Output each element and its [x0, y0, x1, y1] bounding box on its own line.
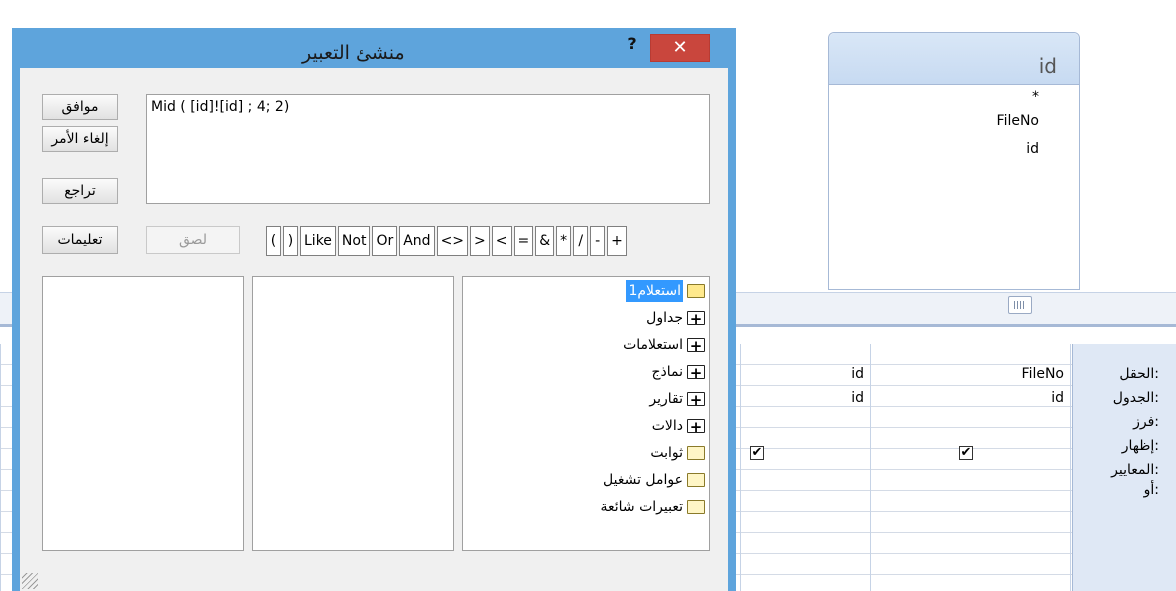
tree-item-label: عوامل تشغيل — [603, 471, 683, 488]
operator-like[interactable]: Like — [300, 226, 336, 256]
operator-divide[interactable]: / — [573, 226, 589, 256]
tree-item-constants[interactable]: ثوابت — [463, 439, 709, 466]
tree-item-functions[interactable]: دالات — [463, 412, 709, 439]
tree-item-label: استعلام1 — [626, 279, 683, 302]
dialog-body: موافق إلغاء الأمر تراجع تعليمات لصق Mid … — [20, 68, 728, 591]
operator-plus[interactable]: + — [607, 226, 627, 256]
grid-column-line — [870, 344, 871, 591]
operator-open-paren[interactable]: ( — [266, 226, 281, 256]
help-button[interactable]: تعليمات — [42, 226, 118, 254]
tree-item-label: ثوابت — [650, 444, 683, 461]
ok-button[interactable]: موافق — [42, 94, 118, 120]
tree-item-label: دالات — [651, 417, 683, 434]
expression-input[interactable]: Mid ( [id]![id] ; 4; 2) — [146, 94, 710, 204]
row-label-or: أو: — [1143, 482, 1159, 498]
dialog-title: منشئ التعبير — [302, 42, 405, 64]
grid-field-cell-2[interactable]: id — [748, 366, 864, 382]
tree-item-label: تعبيرات شائعة — [600, 498, 684, 515]
table-field-list[interactable]: id * FileNo id — [828, 32, 1080, 290]
categories-list[interactable] — [252, 276, 454, 551]
operator-or[interactable]: Or — [372, 226, 398, 256]
expression-builder-dialog: منشئ التعبير ? ✕ موافق إلغاء الأمر تراجع… — [12, 28, 736, 591]
dialog-title-bar[interactable]: منشئ التعبير ? ✕ — [12, 28, 736, 68]
operator-greater[interactable]: > — [470, 226, 490, 256]
row-label-table: الجدول: — [1112, 390, 1159, 406]
open-folder-icon — [687, 283, 705, 298]
resize-grip-icon[interactable] — [22, 573, 38, 589]
operator-minus[interactable]: - — [590, 226, 606, 256]
tree-item-tables[interactable]: جداول — [463, 304, 709, 331]
tree-item-operators[interactable]: عوامل تشغيل — [463, 466, 709, 493]
tree-item-label: جداول — [646, 309, 683, 326]
expand-plus-icon[interactable] — [687, 416, 705, 438]
expand-plus-icon[interactable] — [687, 362, 705, 384]
close-icon[interactable]: ✕ — [650, 34, 710, 62]
operator-not-equal[interactable]: <> — [436, 226, 469, 256]
tree-item-queries[interactable]: استعلامات — [463, 331, 709, 358]
show-checkbox-2[interactable]: ✔ — [750, 446, 764, 460]
table-title: id — [829, 33, 1079, 85]
values-list[interactable] — [42, 276, 244, 551]
grid-row-labels: الحقل: الجدول: فرز: إظهار: المعايير: أو: — [1072, 344, 1176, 591]
tree-item-query1[interactable]: استعلام1 — [463, 277, 709, 304]
folder-icon — [687, 499, 705, 514]
tree-item-label: استعلامات — [623, 336, 683, 353]
operator-multiply[interactable]: * — [556, 226, 572, 256]
help-icon[interactable]: ? — [621, 34, 643, 56]
row-label-criteria: المعايير: — [1111, 462, 1159, 478]
field-all[interactable]: * — [879, 87, 1039, 107]
undo-button[interactable]: تراجع — [42, 178, 118, 204]
field-list: * FileNo id — [879, 87, 1039, 163]
tree-item-reports[interactable]: تقارير — [463, 385, 709, 412]
expand-plus-icon[interactable] — [687, 308, 705, 330]
grid-table-cell-1[interactable]: id — [880, 390, 1064, 406]
operator-ampersand[interactable]: & — [535, 226, 555, 256]
show-checkbox-1[interactable]: ✔ — [959, 446, 973, 460]
tree-item-common-expressions[interactable]: تعبيرات شائعة — [463, 493, 709, 520]
grid-field-cell-1[interactable]: FileNo — [880, 366, 1064, 382]
field-fileno[interactable]: FileNo — [879, 107, 1039, 135]
elements-tree[interactable]: استعلام1 جداول استعلامات نماذج تقارير دا… — [462, 276, 710, 551]
operator-equal[interactable]: = — [513, 226, 534, 256]
operator-buttons: ( ) Like Not Or And <> > < = & * / - + — [266, 226, 627, 256]
expand-plus-icon[interactable] — [687, 335, 705, 357]
tree-item-label: نماذج — [651, 363, 683, 380]
grid-column-line — [1070, 344, 1071, 591]
row-label-field: الحقل: — [1119, 366, 1159, 382]
operator-not[interactable]: Not — [337, 226, 371, 256]
tree-item-label: تقارير — [649, 390, 683, 407]
operator-close-paren[interactable]: ) — [283, 226, 298, 256]
operator-and[interactable]: And — [399, 226, 435, 256]
operator-less[interactable]: < — [491, 226, 512, 256]
grid-table-cell-2[interactable]: id — [748, 390, 864, 406]
row-label-sort: فرز: — [1133, 414, 1159, 430]
field-id[interactable]: id — [879, 135, 1039, 163]
cancel-button[interactable]: إلغاء الأمر — [42, 126, 118, 152]
row-label-show: إظهار: — [1121, 438, 1159, 454]
tree-item-forms[interactable]: نماذج — [463, 358, 709, 385]
grid-column-line — [740, 344, 741, 591]
paste-button[interactable]: لصق — [146, 226, 240, 254]
folder-icon — [687, 445, 705, 460]
horizontal-scroll-thumb[interactable] — [1008, 296, 1032, 314]
expand-plus-icon[interactable] — [687, 389, 705, 411]
folder-icon — [687, 472, 705, 487]
